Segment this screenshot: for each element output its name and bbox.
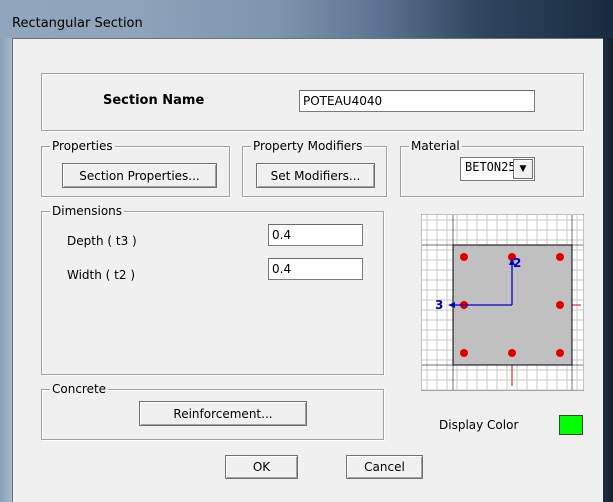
title-bar[interactable]: Rectangular Section: [0, 0, 613, 38]
rebar-dot: [556, 253, 564, 261]
property-modifiers-group: Property Modifiers Set Modifiers...: [242, 139, 387, 197]
rebar-dot: [508, 349, 516, 357]
reinforcement-button[interactable]: Reinforcement...: [139, 401, 307, 426]
depth-label: Depth ( t3 ): [67, 234, 137, 248]
depth-input[interactable]: 0.4: [268, 224, 363, 246]
section-properties-button[interactable]: Section Properties...: [62, 163, 217, 188]
concrete-group-label: Concrete: [50, 382, 109, 396]
material-selected-value: BETON25: [465, 160, 516, 174]
rebar-dot: [556, 301, 564, 309]
dimensions-group-label: Dimensions: [50, 204, 125, 218]
concrete-group: Concrete Reinforcement...: [41, 382, 384, 440]
material-group: Material BETON25 ▼: [400, 139, 584, 197]
material-select[interactable]: BETON25 ▼: [460, 157, 535, 181]
dialog-client-area: Section Name POTEAU4040 Properties Secti…: [12, 38, 603, 502]
set-modifiers-button[interactable]: Set Modifiers...: [256, 163, 375, 188]
ok-button[interactable]: OK: [225, 455, 298, 479]
section-name-group: Section Name POTEAU4040: [41, 73, 584, 131]
window-title: Rectangular Section: [12, 16, 143, 31]
axis-3-label: 3: [435, 298, 443, 312]
property-modifiers-group-label: Property Modifiers: [251, 139, 365, 153]
window-frame-right: [603, 38, 613, 502]
properties-group: Properties Section Properties...: [41, 139, 230, 197]
chevron-down-icon[interactable]: ▼: [513, 159, 533, 179]
window-frame-left: [0, 38, 12, 502]
dialog-window: Rectangular Section Section Name POTEAU4…: [0, 0, 613, 502]
width-input[interactable]: 0.4: [268, 258, 363, 280]
section-name-label: Section Name: [103, 93, 205, 108]
material-group-label: Material: [409, 139, 462, 153]
section-name-input[interactable]: POTEAU4040: [299, 90, 535, 112]
rebar-dot: [556, 349, 564, 357]
display-color-label: Display Color: [439, 418, 519, 432]
dimensions-group: Dimensions Depth ( t3 ) 0.4 Width ( t2 )…: [41, 204, 384, 375]
cancel-button[interactable]: Cancel: [346, 455, 423, 479]
width-label: Width ( t2 ): [67, 268, 136, 282]
display-color-swatch[interactable]: [559, 415, 583, 435]
properties-group-label: Properties: [50, 139, 115, 153]
rebar-dot: [460, 253, 468, 261]
section-diagram: 2 3: [421, 214, 584, 391]
rebar-dot: [460, 349, 468, 357]
axis-2-label: 2: [513, 256, 521, 270]
